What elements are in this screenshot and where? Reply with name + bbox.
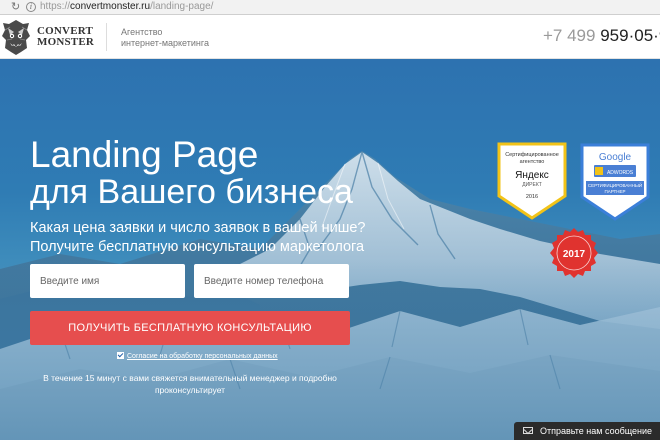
tagline-line1: Агентство [121,27,163,37]
phone-input[interactable] [194,264,349,298]
name-input[interactable] [30,264,185,298]
year-seal-text: 2017 [563,249,586,260]
yandex-badge-brand: Яндекс [515,170,549,181]
monster-logo-icon[interactable] [1,18,31,56]
mail-icon [523,427,533,434]
google-partner-badge: Google ADWORDS СЕРТИФИЦИРОВАННЫЙ ПАРТНЕР [580,143,650,221]
consent-checkbox[interactable] [117,352,124,359]
brand-name[interactable]: CONVERT MONSTER [37,26,94,48]
consent-checkbox-row[interactable]: Согласие на обработку персональных данны… [117,352,278,362]
tagline: Агентство интернет-маркетинга [121,27,209,49]
yandex-badge-line1: Сертифицированное [505,152,559,158]
yandex-badge-line2: агентство [520,159,545,165]
phone-number[interactable]: +7 499 959·05·9 [543,26,660,46]
form-note: В течение 15 минут с вами свяжется внима… [30,372,350,396]
info-icon[interactable]: i [26,2,36,12]
get-consultation-button[interactable]: ПОЛУЧИТЬ БЕСПЛАТНУЮ КОНСУЛЬТАЦИЮ [30,311,350,345]
hero-subtitle-line2: Получите бесплатную консультацию маркето… [30,239,365,255]
chat-widget[interactable]: Отправьте нам сообщение [514,422,660,440]
brand-name-line2: MONSTER [37,36,95,48]
header-divider [106,23,107,51]
url-field[interactable]: https://convertmonster.ru/landing-page/ [40,1,213,13]
phone-prefix: +7 499 [543,26,596,45]
google-badge-line1: СЕРТИФИЦИРОВАННЫЙ [588,181,642,188]
reload-icon[interactable]: ↻ [11,1,20,13]
google-badge-product: ADWORDS [607,170,634,176]
hero-subtitle: Какая цена заявки и число заявок в вашей… [30,219,365,257]
browser-address-bar: ↻ i https://convertmonster.ru/landing-pa… [0,0,660,15]
phone-main: 959·05·9 [600,26,660,45]
tagline-line2: интернет-маркетинга [121,38,209,48]
year-seal-badge: 2017 [550,228,598,278]
google-badge-line2: ПАРТНЕР [604,189,625,194]
hero-subtitle-line1: Какая цена заявки и число заявок в вашей… [30,220,366,236]
consent-label[interactable]: Согласие на обработку персональных данны… [127,353,278,360]
site-header: CONVERT MONSTER Агентство интернет-марке… [0,15,660,59]
form-note-line2: проконсультирует [154,385,226,395]
hero-title-line2: для Вашего бизнеса [30,173,353,211]
url-host: convertmonster.ru [70,1,151,12]
google-badge-brand: Google [599,152,632,163]
url-path: /landing-page/ [150,1,214,12]
yandex-badge-product: ДИРЕКТ [522,182,542,188]
form-note-line1: В течение 15 минут с вами свяжется внима… [43,373,337,383]
url-prefix: https:// [40,1,71,12]
chat-label: Отправьте нам сообщение [540,426,653,436]
hero-section: Landing Page для Вашего бизнеса Какая це… [0,59,660,440]
yandex-badge-year: 2016 [526,194,538,200]
hero-title-line1: Landing Page [30,134,259,175]
yandex-certified-badge: Сертифицированное агентство Яндекс ДИРЕК… [497,142,567,220]
